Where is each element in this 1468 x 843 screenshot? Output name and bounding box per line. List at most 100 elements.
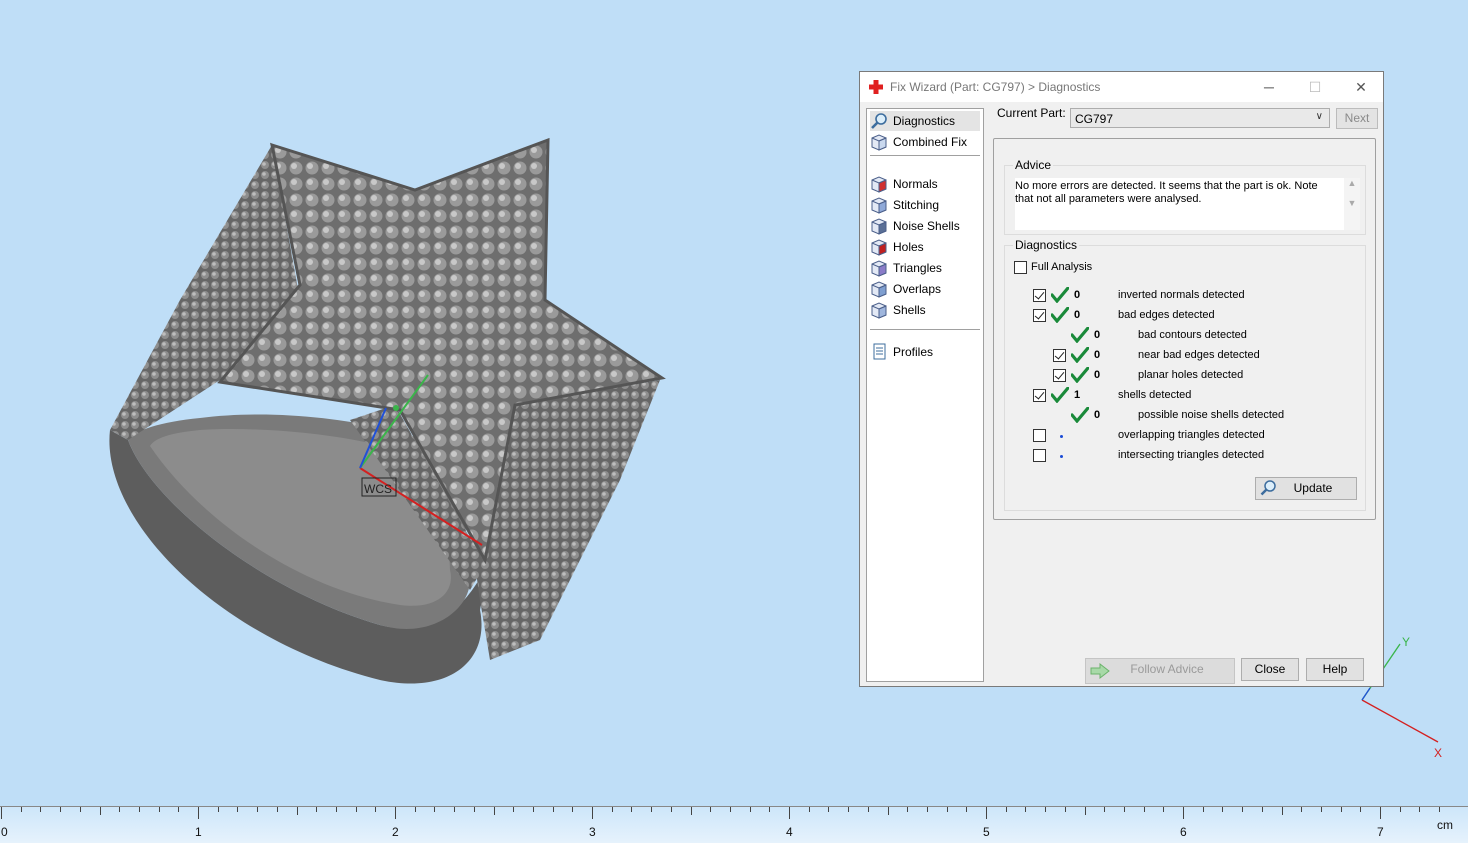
diagnostic-checkbox[interactable]	[1033, 309, 1046, 322]
pending-dot-icon	[1060, 435, 1063, 438]
ruler-tick	[277, 807, 278, 812]
nav-item-diagnostics[interactable]: Diagnostics	[870, 111, 980, 131]
ruler-tick	[1360, 807, 1361, 812]
noise-shells-icon	[871, 218, 887, 235]
ruler-tick	[592, 807, 593, 819]
ruler-tick	[631, 807, 632, 812]
nav-separator	[870, 155, 980, 156]
current-part-select[interactable]: CG797 ∨	[1070, 108, 1330, 128]
normals-cube-icon	[871, 176, 887, 193]
full-analysis-checkbox[interactable]	[1014, 261, 1027, 274]
axis-x-label: X	[1434, 746, 1442, 760]
wizard-nav-panel: Diagnostics Combined Fix Normals Stitching N…	[866, 108, 984, 682]
green-check-icon	[1051, 287, 1069, 303]
ruler-tick	[828, 807, 829, 812]
minimize-button[interactable]: ─	[1246, 76, 1292, 98]
title-bar[interactable]: Fix Wizard (Part: CG797) > Diagnostics ─…	[860, 72, 1383, 102]
nav-item-label: Stitching	[893, 198, 940, 212]
ring-model[interactable]: WCS	[0, 0, 860, 800]
green-check-icon	[1051, 387, 1069, 403]
diagnostic-label: bad edges detected	[1118, 309, 1215, 321]
cube-icon	[871, 134, 887, 151]
ruler-tick	[513, 807, 514, 812]
ruler-label: 5	[983, 825, 990, 839]
nav-item-overlaps[interactable]: Overlaps	[870, 279, 980, 299]
ruler-tick	[40, 807, 41, 812]
diagnostic-label: shells detected	[1118, 389, 1192, 401]
ruler-tick	[572, 807, 573, 812]
diagnostic-checkbox[interactable]	[1033, 429, 1046, 442]
ruler-tick	[1380, 807, 1381, 819]
nav-item-triangles[interactable]: Triangles	[870, 258, 980, 278]
close-window-button[interactable]: ✕	[1338, 76, 1384, 98]
next-button[interactable]: Next	[1336, 108, 1378, 129]
ruler-tick	[710, 807, 711, 812]
maximize-button[interactable]: ☐	[1292, 76, 1338, 98]
nav-item-profiles[interactable]: Profiles	[870, 342, 980, 362]
wcs-label: WCS	[364, 482, 392, 496]
ruler-label: 2	[392, 825, 399, 839]
nav-item-holes[interactable]: Holes	[870, 237, 980, 257]
ruler-tick	[494, 807, 495, 815]
full-analysis-label: Full Analysis	[1031, 261, 1093, 273]
nav-item-label: Overlaps	[893, 282, 942, 296]
fix-wizard-dialog: Fix Wizard (Part: CG797) > Diagnostics ─…	[859, 71, 1384, 687]
green-check-icon	[1071, 327, 1089, 343]
chevron-down-icon: ∨	[1315, 111, 1323, 122]
green-check-icon	[1071, 367, 1089, 383]
ruler-tick	[691, 807, 692, 815]
nav-item-shells[interactable]: Shells	[870, 300, 980, 320]
ruler-tick	[60, 807, 61, 812]
ruler-label: 1	[195, 825, 202, 839]
ruler-tick	[1282, 807, 1283, 815]
ruler-tick	[1222, 807, 1223, 812]
advice-title: Advice	[1013, 158, 1054, 172]
ruler-tick	[553, 807, 554, 812]
follow-advice-button[interactable]: Follow Advice	[1085, 658, 1235, 684]
ruler-label: 3	[589, 825, 596, 839]
diagnostic-checkbox[interactable]	[1053, 369, 1066, 382]
green-check-icon	[1071, 407, 1089, 423]
diagnostic-checkbox[interactable]	[1033, 289, 1046, 302]
nav-item-combined-fix[interactable]: Combined Fix	[870, 132, 980, 152]
ruler-tick	[297, 807, 298, 815]
ruler-tick	[750, 807, 751, 812]
magnifier-icon	[871, 113, 887, 129]
ruler-tick	[218, 807, 219, 812]
ruler-tick	[1104, 807, 1105, 812]
update-button[interactable]: Update	[1255, 477, 1357, 500]
diagnostic-checkbox[interactable]	[1053, 349, 1066, 362]
nav-item-label: Triangles	[893, 261, 942, 275]
ruler-tick	[927, 807, 928, 812]
ruler-tick	[730, 807, 731, 812]
ruler-tick	[1144, 807, 1145, 812]
nav-item-label: Holes	[893, 240, 924, 254]
ruler-tick	[198, 807, 199, 819]
nav-item-label: Normals	[893, 177, 938, 191]
diagnostic-checkbox[interactable]	[1033, 449, 1046, 462]
arrow-right-icon	[1090, 663, 1110, 679]
ruler-tick	[533, 807, 534, 812]
stitching-cube-icon	[871, 197, 887, 214]
ruler-tick	[1124, 807, 1125, 812]
nav-item-stitching[interactable]: Stitching	[870, 195, 980, 215]
close-button[interactable]: Close	[1241, 658, 1299, 681]
ruler-tick	[612, 807, 613, 812]
ruler-tick	[257, 807, 258, 812]
ruler-tick	[178, 807, 179, 812]
help-button[interactable]: Help	[1306, 658, 1364, 681]
ruler-tick	[1025, 807, 1026, 812]
ruler-tick	[1183, 807, 1184, 819]
diagnostic-checkbox[interactable]	[1033, 389, 1046, 402]
nav-item-normals[interactable]: Normals	[870, 174, 980, 194]
ruler-tick	[888, 807, 889, 815]
ruler-tick	[1419, 807, 1420, 812]
holes-cube-icon	[871, 239, 887, 256]
diagnostic-label: inverted normals detected	[1118, 289, 1245, 301]
nav-item-noise-shells[interactable]: Noise Shells	[870, 216, 980, 236]
ruler-tick	[316, 807, 317, 812]
advice-scrollbar[interactable]: ▲ ▼	[1344, 178, 1360, 230]
ruler-tick	[671, 807, 672, 812]
shells-cube-icon	[871, 302, 887, 319]
diagnostic-label: possible noise shells detected	[1138, 409, 1285, 421]
